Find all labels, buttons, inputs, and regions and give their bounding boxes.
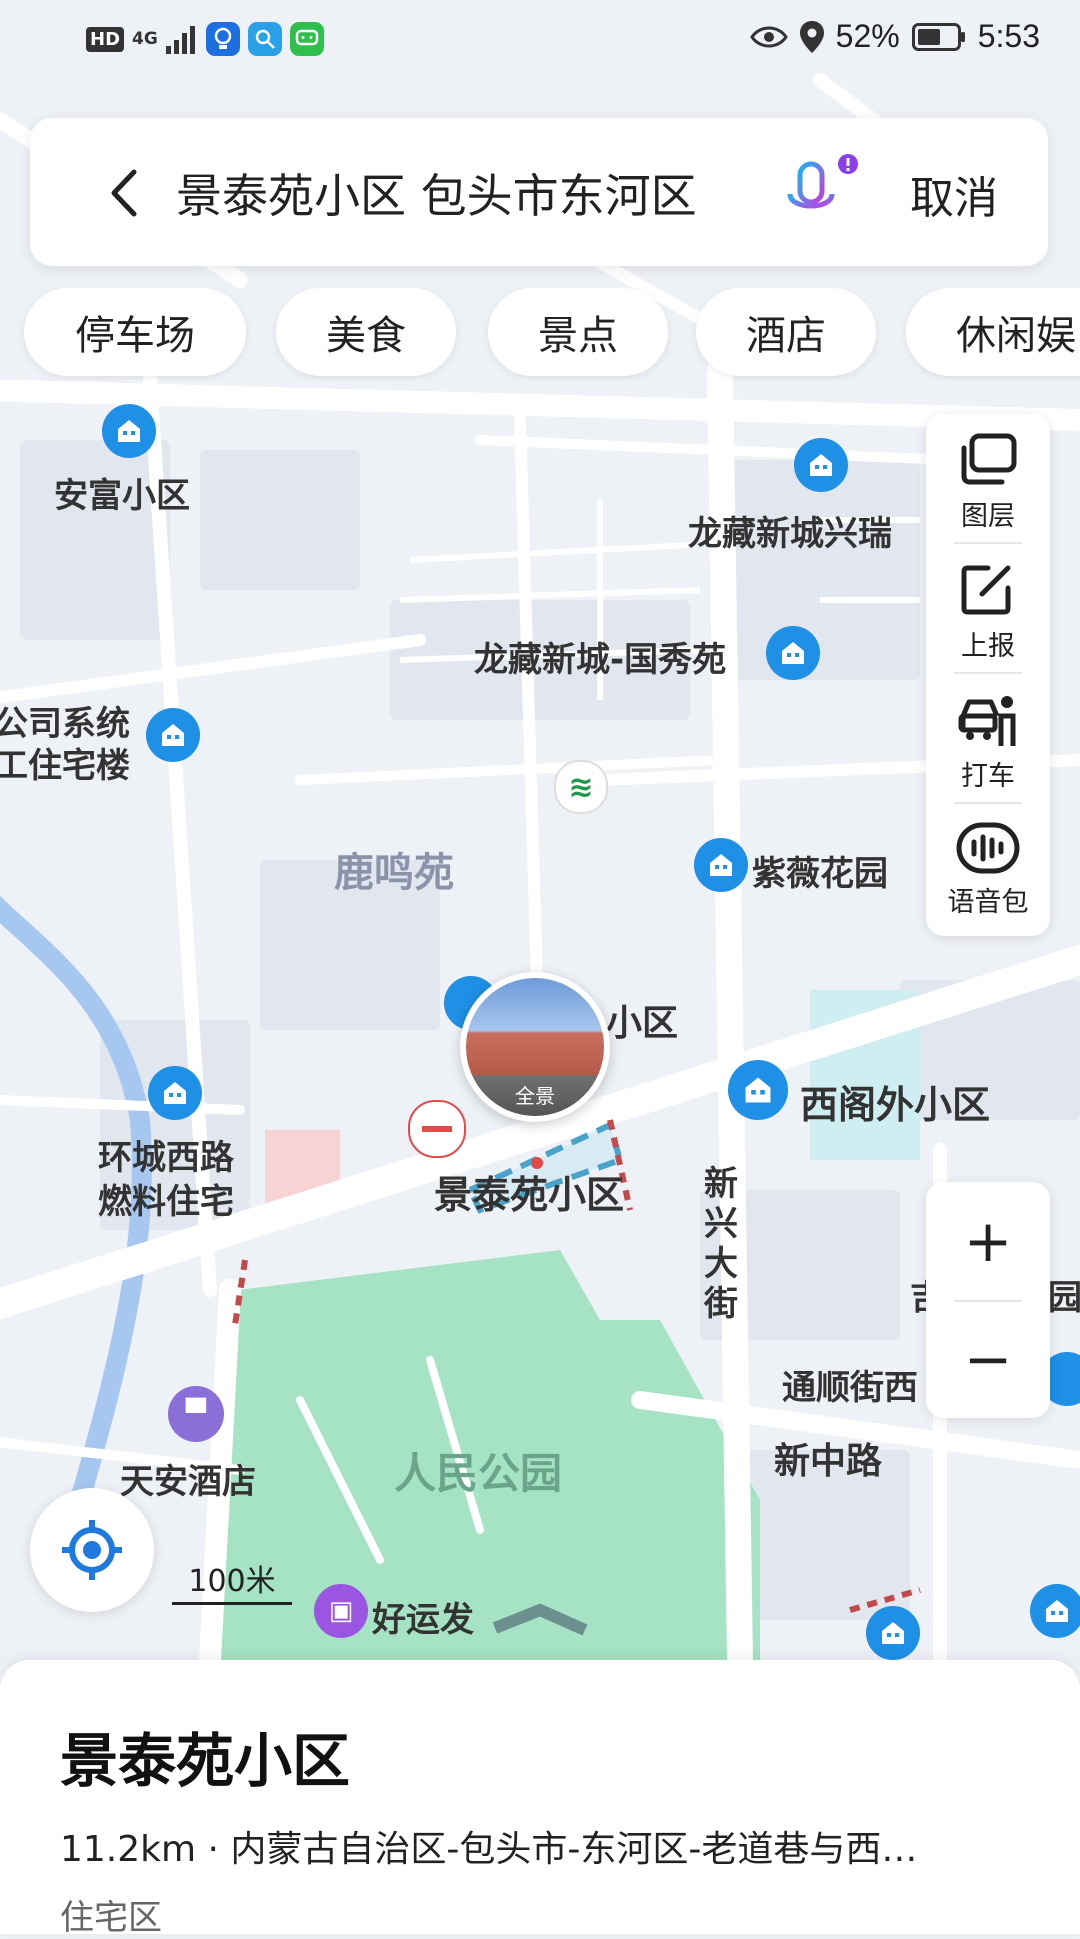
layers-button[interactable]: 图层 — [926, 414, 1050, 544]
category-chips: 停车场 美食 景点 酒店 休闲娱 — [0, 288, 1080, 380]
label-jingtai[interactable]: 景泰苑小区 — [434, 1164, 624, 1219]
eye-icon — [749, 26, 788, 47]
scale-bar — [172, 1602, 292, 1605]
network-badge: 4G — [132, 28, 158, 49]
poi-icon-bottom-right-2[interactable] — [1030, 1584, 1080, 1638]
report-edit-icon — [961, 565, 1011, 615]
search-query[interactable]: 景泰苑小区 包头市东河区 — [176, 160, 697, 226]
hd-badge: HD — [86, 26, 125, 52]
location-pin-icon — [799, 20, 824, 53]
signal-icon — [165, 26, 195, 54]
layers-label: 图层 — [961, 501, 1015, 532]
label-haoyunfa[interactable]: 好运发 — [372, 1592, 474, 1641]
label-longzang-gxy[interactable]: 龙藏新城-国秀苑 — [474, 632, 726, 681]
zoom-in-button[interactable]: + — [926, 1182, 1050, 1300]
poi-icon-anfu[interactable] — [102, 404, 156, 458]
report-button[interactable]: 上报 — [926, 544, 1050, 674]
label-xinxing[interactable]: 新兴大街 — [704, 1164, 748, 1324]
panorama-label: 全景 — [515, 1084, 555, 1108]
layers-icon — [961, 433, 1017, 485]
label-company-2[interactable]: 工住宅楼 — [0, 738, 130, 787]
back-arrow-icon[interactable] — [92, 158, 162, 228]
voice-pack-button[interactable]: 语音包 — [926, 804, 1050, 934]
poi-icon-huancheng[interactable] — [148, 1066, 202, 1120]
hotel-icon[interactable]: ▀ — [168, 1386, 224, 1442]
locate-me-button[interactable] — [30, 1488, 154, 1612]
label-xinzhong[interactable]: 新中路 — [774, 1432, 882, 1484]
search-app-icon — [247, 22, 282, 56]
status-left: HD 4G — [86, 22, 324, 56]
taxi-label: 打车 — [961, 761, 1015, 792]
place-category: 住宅区 — [60, 1898, 162, 1938]
status-bar: HD 4G 52% 5:53 — [0, 0, 1080, 86]
label-xiaoqu-partial[interactable]: 小区 — [606, 994, 678, 1046]
label-renmin[interactable]: 人民公园 — [394, 1440, 562, 1501]
bulb-app-icon — [205, 22, 240, 56]
post-office-icon[interactable]: ≋ — [554, 760, 608, 814]
battery-percent: 52% — [835, 18, 900, 54]
chip-hotel[interactable]: 酒店 — [696, 288, 876, 376]
poi-icon-longzang-xr[interactable] — [794, 438, 848, 492]
label-huancheng-1[interactable]: 环城西路 — [98, 1130, 234, 1179]
voice-pack-label: 语音包 — [947, 887, 1029, 918]
chip-food[interactable]: 美食 — [276, 288, 456, 376]
voice-input-icon[interactable] — [782, 154, 860, 234]
map-scale: 100米 — [172, 1556, 292, 1605]
no-entry-icon[interactable] — [408, 1100, 466, 1158]
status-right: 52% 5:53 — [749, 18, 1040, 55]
cancel-button[interactable]: 取消 — [910, 162, 998, 226]
poi-icon-bottom-right-1[interactable] — [866, 1606, 920, 1660]
report-label: 上报 — [961, 631, 1015, 662]
label-huancheng-2[interactable]: 燃料住宅 — [98, 1174, 234, 1223]
battery-icon — [911, 22, 965, 51]
label-lumingyuan[interactable]: 鹿鸣苑 — [334, 840, 454, 898]
poi-icon-longzang-gxy[interactable] — [766, 626, 820, 680]
panorama-thumbnail[interactable]: 全景 — [460, 972, 610, 1122]
label-edge-partial2: 园 — [1048, 1278, 1080, 1318]
scale-label: 100米 — [188, 1564, 276, 1599]
poi-icon-ziwei[interactable] — [694, 838, 748, 892]
zoom-out-button[interactable]: − — [926, 1300, 1050, 1418]
place-detail-sheet[interactable]: 景泰苑小区 11.2km · 内蒙古自治区-包头市-东河区-老道巷与西… 住宅区 — [0, 1660, 1080, 1938]
poi-icon-company[interactable] — [146, 708, 200, 762]
crosshair-icon — [62, 1520, 122, 1580]
poi-icon-xige[interactable] — [728, 1060, 788, 1120]
clock: 5:53 — [977, 18, 1040, 54]
label-tongshun[interactable]: 通顺街西 — [782, 1360, 924, 1409]
taxi-button[interactable]: 打车 — [926, 674, 1050, 804]
chat-app-icon — [289, 22, 324, 56]
chip-leisure[interactable]: 休闲娱 — [906, 288, 1080, 376]
label-ziwei[interactable]: 紫薇花园 — [752, 846, 888, 895]
shopping-icon[interactable]: ▣ — [314, 1584, 368, 1638]
taxi-icon — [958, 696, 1016, 746]
zoom-controls: + − — [926, 1182, 1050, 1418]
label-anfu[interactable]: 安富小区 — [54, 468, 190, 517]
chip-parking[interactable]: 停车场 — [24, 288, 246, 376]
place-title: 景泰苑小区 — [60, 1727, 351, 1795]
chip-scenic[interactable]: 景点 — [488, 288, 668, 376]
voice-pack-icon — [956, 822, 1020, 874]
place-address: 11.2km · 内蒙古自治区-包头市-东河区-老道巷与西… — [60, 1829, 918, 1870]
label-tianan[interactable]: 天安酒店 — [120, 1454, 256, 1503]
search-bar: 景泰苑小区 包头市东河区 取消 — [30, 118, 1048, 266]
label-longzang-xr[interactable]: 龙藏新城兴瑞 — [688, 506, 924, 555]
label-xige[interactable]: 西阁外小区 — [800, 1074, 990, 1129]
map-tools-panel: 图层 上报 打车 语音包 — [926, 414, 1050, 936]
